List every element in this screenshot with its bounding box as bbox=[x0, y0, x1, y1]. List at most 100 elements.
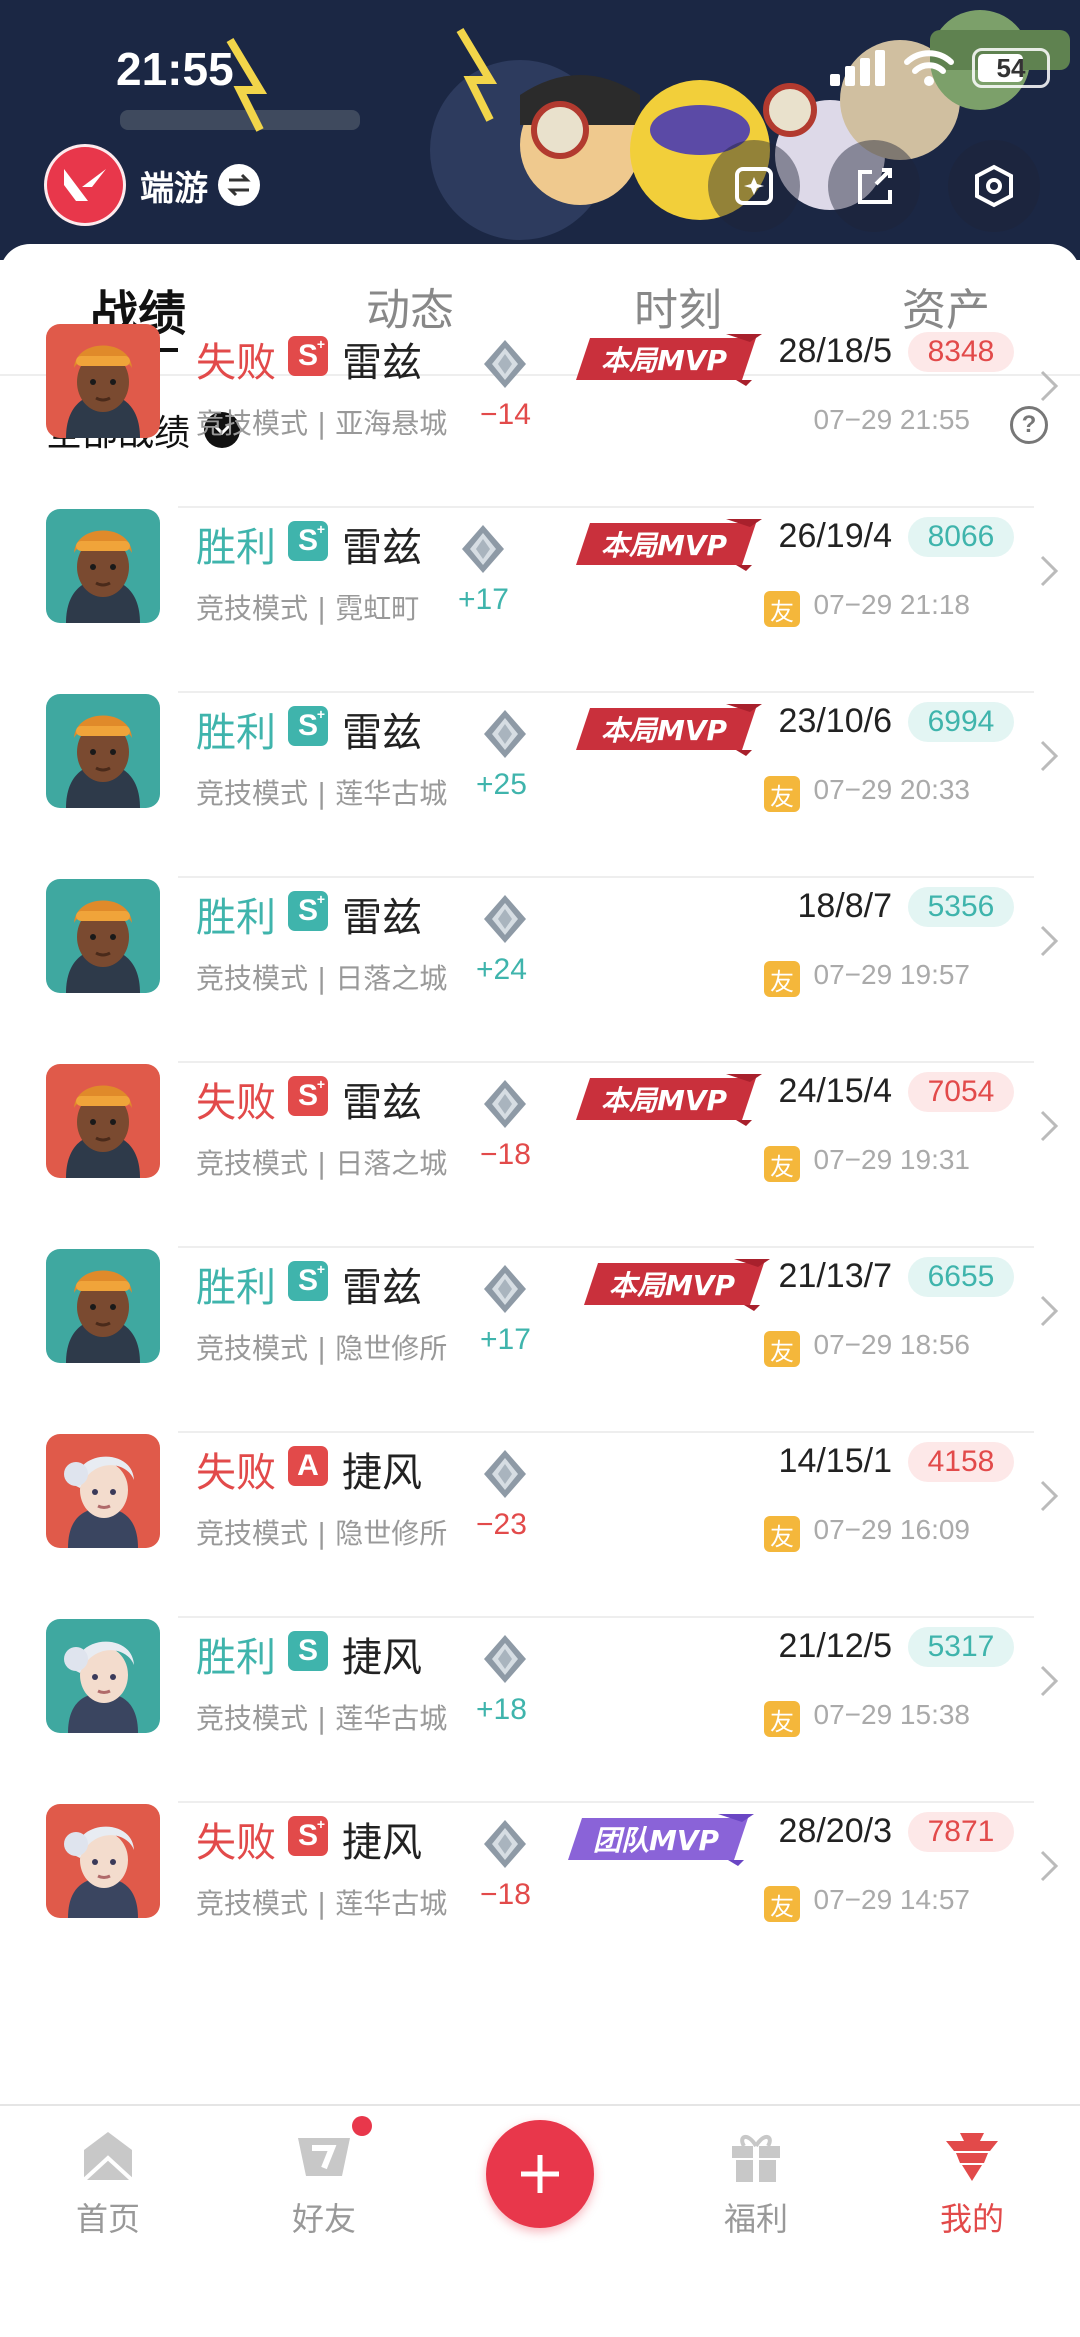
nav-friends[interactable]: 好友 bbox=[244, 2106, 404, 2240]
rank-icon bbox=[482, 708, 528, 760]
rank-icon bbox=[460, 523, 506, 575]
friend-badge: 友 bbox=[764, 1516, 800, 1552]
svg-text:团队MVP: 团队MVP bbox=[593, 1824, 720, 1857]
row-divider bbox=[178, 691, 1034, 693]
agent-name: 捷风 bbox=[342, 1450, 422, 1496]
match-result: 失败 bbox=[196, 1820, 276, 1866]
nav-benefits[interactable]: 福利 bbox=[676, 2106, 836, 2240]
rank-delta: +17 bbox=[480, 1323, 531, 1356]
match-row[interactable]: 失败 A 捷风 竞技模式 | 隐世修所 −23 14/15/1 4158 友 07−29 16:… bbox=[0, 1434, 1080, 1618]
match-date: 07−29 20:33 bbox=[813, 774, 971, 805]
platform-switcher[interactable]: 端游 bbox=[44, 144, 260, 226]
match-mode-map: 竞技模式 | 隐世修所 bbox=[196, 1517, 448, 1550]
friends-icon bbox=[292, 2124, 356, 2188]
profile-icon bbox=[940, 2124, 1004, 2188]
match-row[interactable]: 失败 S + 雷兹 竞技模式 | 亚海悬城 −14 本局MVP 28/18/5 8348 07−2… bbox=[0, 324, 1080, 508]
agent-name: 雷兹 bbox=[342, 340, 422, 386]
chevron-right-icon bbox=[1036, 1106, 1062, 1146]
match-row[interactable]: 胜利 S 捷风 竞技模式 | 莲华古城 +18 21/12/5 5317 友 07−29 15:… bbox=[0, 1619, 1080, 1803]
battery-level: 54 bbox=[996, 52, 1026, 83]
match-result: 胜利 bbox=[196, 1265, 276, 1311]
valorant-logo bbox=[44, 144, 126, 226]
match-date: 07−29 21:55 bbox=[813, 404, 971, 435]
swap-icon[interactable] bbox=[218, 164, 260, 206]
share-icon bbox=[858, 168, 892, 204]
settings-button[interactable] bbox=[948, 140, 1040, 232]
match-row[interactable]: 失败 S + 雷兹 竞技模式 | 日落之城 −18 本局MVP 24/15/4 7054 友 07−… bbox=[0, 1064, 1080, 1248]
mvp-badge: 本局MVP bbox=[576, 700, 762, 756]
score-badge: 6655 bbox=[908, 1257, 1014, 1297]
agent-avatar bbox=[46, 879, 160, 993]
match-date: 07−29 15:38 bbox=[813, 1699, 971, 1730]
match-row[interactable]: 胜利 S + 雷兹 竞技模式 | 莲华古城 +25 本局MVP 23/10/6 6994 友 07−… bbox=[0, 694, 1080, 878]
match-row[interactable]: 胜利 S + 雷兹 竞技模式 | 日落之城 +24 18/8/7 5356 友 07−29 19:… bbox=[0, 879, 1080, 1063]
rank-delta: −18 bbox=[480, 1138, 531, 1171]
nav-home-label: 首页 bbox=[75, 2200, 140, 2238]
agent-avatar bbox=[46, 1249, 160, 1363]
match-mode-map: 竞技模式 | 霓虹町 bbox=[196, 592, 420, 625]
match-result: 失败 bbox=[196, 1080, 276, 1126]
friend-badge: 友 bbox=[764, 776, 800, 812]
agent-avatar bbox=[46, 1804, 160, 1918]
match-row[interactable]: 失败 S + 捷风 竞技模式 | 莲华古城 −18 团队MVP 28/20/3 7871 友 07−… bbox=[0, 1804, 1080, 1988]
match-mode-map: 竞技模式 | 莲华古城 bbox=[196, 777, 448, 810]
mvp-badge: 本局MVP bbox=[576, 515, 762, 571]
kda: 28/18/5 bbox=[778, 332, 892, 370]
score-badge: 8066 bbox=[908, 517, 1014, 557]
row-divider bbox=[178, 1061, 1034, 1063]
agent-name: 雷兹 bbox=[342, 895, 422, 941]
nav-profile-label: 我的 bbox=[939, 2200, 1004, 2238]
row-divider bbox=[178, 876, 1034, 878]
chevron-right-icon bbox=[1036, 736, 1062, 776]
match-result: 失败 bbox=[196, 1450, 276, 1496]
agent-avatar bbox=[46, 1434, 160, 1548]
rank-icon bbox=[482, 1263, 528, 1315]
agent-name: 雷兹 bbox=[342, 710, 422, 756]
rank-delta: +24 bbox=[476, 953, 527, 986]
friend-badge: 友 bbox=[764, 1701, 800, 1737]
wifi-icon bbox=[904, 50, 954, 86]
chevron-right-icon bbox=[1036, 1476, 1062, 1516]
mvp-badge: 本局MVP bbox=[584, 1255, 770, 1311]
match-date: 07−29 19:31 bbox=[813, 1144, 971, 1175]
kda: 14/15/1 bbox=[778, 1442, 892, 1480]
grade-badge: S bbox=[288, 1631, 328, 1671]
chevron-right-icon bbox=[1036, 1291, 1062, 1331]
match-date: 07−29 14:57 bbox=[813, 1884, 971, 1915]
status-time: 21:55 bbox=[116, 43, 234, 95]
rank-delta: −14 bbox=[480, 398, 531, 431]
content-sheet: 战绩 动态 时刻 资产 全部战绩 ? 失败S+雷兹竞技模式 | 亚海悬城−14本… bbox=[0, 244, 1080, 2104]
rank-icon bbox=[482, 1078, 528, 1130]
chevron-right-icon bbox=[1036, 1846, 1062, 1886]
grade-badge: A bbox=[288, 1446, 328, 1486]
home-icon bbox=[76, 2124, 140, 2188]
agent-name: 雷兹 bbox=[342, 1080, 422, 1126]
svg-text:本局MVP: 本局MVP bbox=[601, 714, 728, 747]
match-row[interactable]: 胜利 S + 雷兹 竞技模式 | 隐世修所 +17 本局MVP 21/13/7 6655 友 07−… bbox=[0, 1249, 1080, 1433]
score-badge: 7871 bbox=[908, 1812, 1014, 1852]
chevron-right-icon bbox=[1036, 551, 1062, 591]
rank-icon bbox=[482, 1818, 528, 1870]
nav-profile[interactable]: 我的 bbox=[892, 2106, 1052, 2240]
rank-delta: +17 bbox=[458, 583, 509, 616]
nav-friends-label: 好友 bbox=[291, 2200, 356, 2238]
row-divider bbox=[178, 1801, 1034, 1803]
svg-text:本局MVP: 本局MVP bbox=[601, 1084, 728, 1117]
add-button[interactable] bbox=[486, 2120, 594, 2228]
nav-home[interactable]: 首页 bbox=[28, 2106, 188, 2240]
match-date: 07−29 21:18 bbox=[813, 589, 971, 620]
share-button[interactable] bbox=[828, 140, 920, 232]
agent-avatar bbox=[46, 694, 160, 808]
score-badge: 8348 bbox=[908, 332, 1014, 372]
match-row[interactable]: 胜利 S + 雷兹 竞技模式 | 霓虹町 +17 本局MVP 26/19/4 8066 友 07−2… bbox=[0, 509, 1080, 693]
kda: 26/19/4 bbox=[778, 517, 892, 555]
mvp-badge: 团队MVP bbox=[568, 1810, 754, 1866]
grade-badge: S + bbox=[288, 891, 328, 931]
score-badge: 7054 bbox=[908, 1072, 1014, 1112]
agent-name: 雷兹 bbox=[342, 525, 422, 571]
gift-icon bbox=[724, 2124, 788, 2188]
grade-badge: S + bbox=[288, 336, 328, 376]
kda: 21/12/5 bbox=[778, 1627, 892, 1665]
edit-card-button[interactable] bbox=[708, 140, 800, 232]
signal-icon bbox=[830, 50, 885, 86]
